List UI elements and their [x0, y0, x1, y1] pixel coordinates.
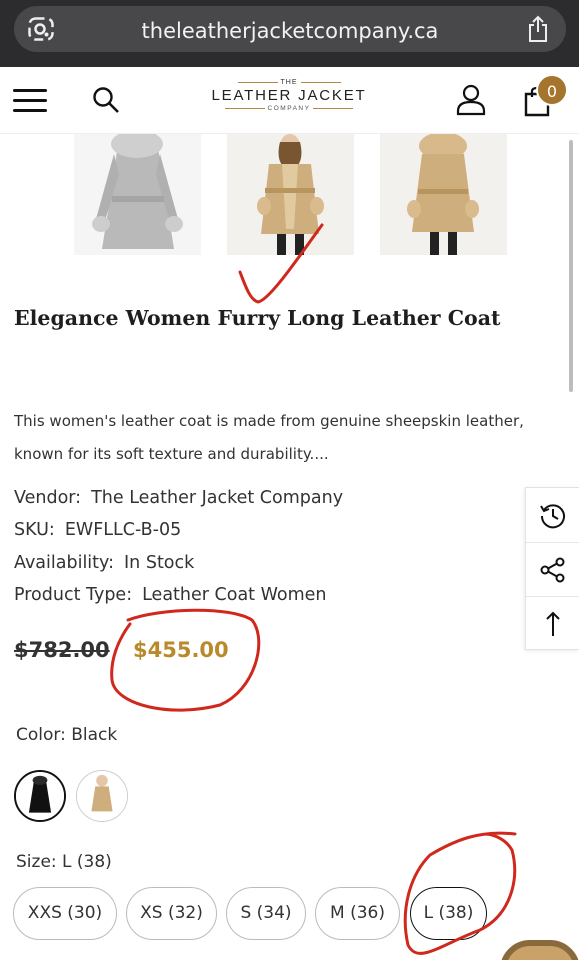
- tan-coat-swatch-image: [77, 771, 127, 821]
- color-label-text: Color:: [16, 725, 66, 745]
- size-option[interactable]: S (34): [226, 887, 306, 940]
- coat-image-model-front: [227, 134, 354, 255]
- recently-viewed-button[interactable]: [526, 488, 579, 542]
- page-scrollbar[interactable]: [569, 140, 573, 392]
- chat-widget-button[interactable]: [500, 940, 579, 960]
- size-label: Size: L (38): [16, 852, 112, 872]
- share-icon[interactable]: [526, 15, 550, 43]
- sku-value: EWFLLC-B-05: [64, 520, 182, 540]
- color-label: Color: Black: [16, 725, 117, 745]
- size-option[interactable]: XS (32): [126, 887, 217, 940]
- history-icon: [540, 504, 565, 529]
- vendor-value[interactable]: The Leather Jacket Company: [91, 488, 343, 508]
- logo-main: LEATHER JACKET: [211, 87, 367, 104]
- site-logo[interactable]: THE LEATHER JACKET COMPANY: [209, 79, 369, 123]
- coat-image-grey: [74, 134, 201, 255]
- browser-bar: theleatherjacketcompany.ca: [0, 0, 579, 67]
- side-toolbar: [525, 487, 579, 650]
- product-type-value[interactable]: Leather Coat Women: [142, 585, 326, 605]
- sku-label: SKU:: [14, 520, 55, 540]
- compare-price: $782.00: [14, 638, 110, 662]
- sale-price: $455.00: [133, 638, 229, 662]
- product-description: This women's leather coat is made from g…: [14, 412, 524, 463]
- logo-the: THE: [280, 79, 298, 86]
- size-option[interactable]: M (36): [315, 887, 400, 940]
- share-nodes-icon: [540, 557, 565, 583]
- arrow-up-icon: [546, 611, 560, 636]
- search-icon[interactable]: [92, 86, 120, 114]
- size-option[interactable]: XXS (30): [13, 887, 117, 940]
- color-swatch-black[interactable]: [14, 770, 66, 822]
- logo-company: COMPANY: [267, 105, 311, 112]
- url-text[interactable]: theleatherjacketcompany.ca: [14, 19, 566, 43]
- product-thumbnail[interactable]: [227, 134, 354, 255]
- address-bar[interactable]: theleatherjacketcompany.ca: [14, 6, 566, 52]
- size-option-selected[interactable]: L (38): [410, 887, 487, 940]
- color-swatch-tan[interactable]: [76, 770, 128, 822]
- vendor-label: Vendor:: [14, 488, 82, 508]
- back-to-top-button[interactable]: [526, 596, 579, 650]
- account-icon[interactable]: [456, 84, 486, 116]
- product-title: Elegance Women Furry Long Leather Coat: [14, 306, 501, 330]
- product-type-row: Product Type: Leather Coat Women: [14, 585, 326, 605]
- black-coat-swatch-image: [16, 772, 64, 820]
- availability-value: In Stock: [124, 553, 195, 573]
- availability-row: Availability: In Stock: [14, 553, 194, 573]
- sku-row: SKU: EWFLLC-B-05: [14, 520, 181, 540]
- cart-count-badge[interactable]: 0: [536, 74, 568, 106]
- product-type-label: Product Type:: [14, 585, 133, 605]
- product-thumbnail[interactable]: [380, 134, 507, 255]
- size-value: L (38): [62, 852, 112, 872]
- vendor-row: Vendor: The Leather Jacket Company: [14, 488, 343, 508]
- availability-label: Availability:: [14, 553, 115, 573]
- coat-image-model-back: [380, 134, 507, 255]
- product-thumbnail[interactable]: [74, 134, 201, 255]
- color-value: Black: [71, 725, 118, 745]
- menu-icon[interactable]: [13, 87, 47, 115]
- share-button[interactable]: [526, 542, 579, 596]
- size-label-text: Size:: [16, 852, 57, 872]
- site-header: THE LEATHER JACKET COMPANY 0: [0, 67, 579, 134]
